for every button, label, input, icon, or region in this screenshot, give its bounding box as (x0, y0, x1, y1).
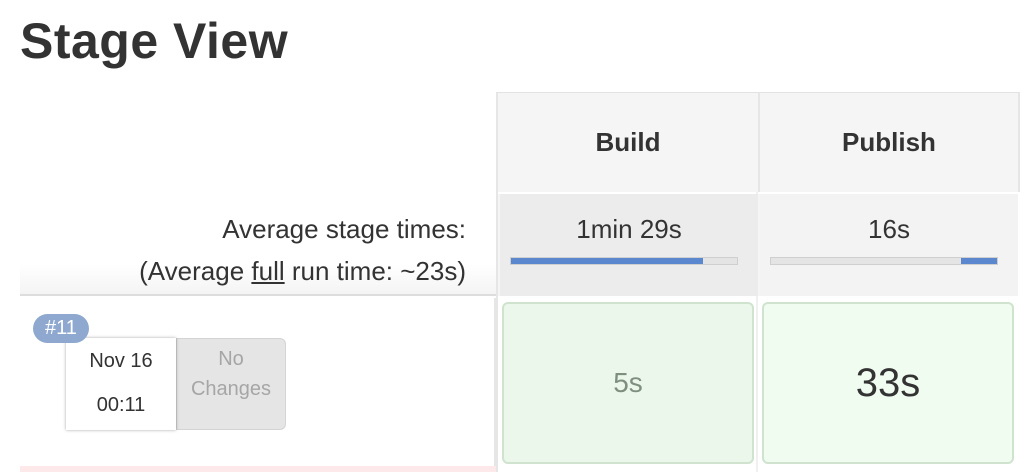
average-stage-times-label: Average stage times: (222, 214, 466, 244)
changes-line-1: No (218, 348, 244, 370)
run-stage-time-publish: 33s (855, 360, 921, 405)
run-date-card: Nov 16 00:11 (66, 338, 176, 430)
average-bar-fill-publish (960, 258, 997, 264)
average-bar-publish (770, 257, 998, 265)
average-time-publish: 16s (868, 214, 910, 244)
average-time-build: 1min 29s (576, 214, 682, 244)
average-bar-build (510, 257, 738, 265)
average-bar-fill-build (511, 258, 704, 264)
next-run-row-strip (20, 466, 496, 472)
stage-view-page: Stage View Build Publish Average stage t… (0, 0, 1024, 472)
average-times-label-area: Average stage times: (Average full run t… (20, 196, 496, 296)
page-title: Stage View (20, 13, 289, 69)
run-date: Nov 16 (89, 350, 153, 372)
run-changes-box[interactable]: No Changes (176, 338, 286, 430)
run-stage-cell-build[interactable]: 5s (502, 302, 754, 464)
changes-line-2: Changes (190, 378, 272, 400)
run-number-badge[interactable]: #11 (33, 314, 89, 343)
run-stage-time-build: 5s (613, 367, 643, 398)
run-stage-cell-publish[interactable]: 33s (762, 302, 1014, 464)
average-cell-build: 1min 29s (498, 194, 758, 296)
stage-name-publish: Publish (842, 127, 936, 157)
stage-header-build[interactable]: Build (496, 92, 758, 192)
stage-name-build: Build (595, 127, 661, 157)
run-time: 00:11 (96, 394, 146, 416)
full-run-link[interactable]: full (251, 256, 284, 286)
average-cell-publish: 16s (758, 194, 1018, 296)
average-full-run-time-label: (Average full run time: ~23s) (139, 256, 466, 286)
stage-header-publish[interactable]: Publish (758, 92, 1020, 192)
